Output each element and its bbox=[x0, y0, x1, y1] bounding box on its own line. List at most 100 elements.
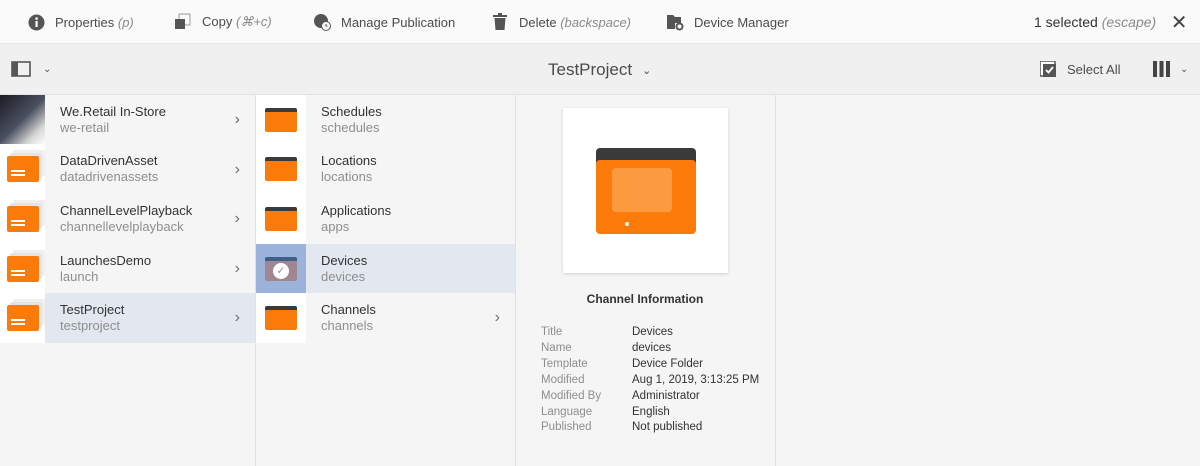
item-name: datadrivenassets bbox=[60, 169, 159, 185]
properties-label: Properties bbox=[55, 14, 115, 30]
chevron-down-icon: ⌄ bbox=[43, 63, 52, 75]
metadata-row: Title Devices bbox=[541, 325, 759, 341]
metadata-row: Modified Aug 1, 2019, 3:13:25 PM bbox=[541, 373, 759, 389]
item-name: testproject bbox=[60, 318, 120, 334]
item-title: ChannelLevelPlayback bbox=[60, 202, 193, 218]
preview-heading: Channel Information bbox=[586, 292, 704, 306]
column-view-icon bbox=[1153, 61, 1170, 77]
metadata-key: Title bbox=[541, 326, 563, 338]
device-manager-button[interactable]: Device Manager bbox=[666, 0, 789, 44]
item-name: launch bbox=[60, 268, 99, 284]
item-text: Channels channels bbox=[306, 302, 515, 334]
thumbnail bbox=[0, 144, 45, 195]
item-title: LaunchesDemo bbox=[60, 252, 152, 268]
item-text: TestProject testproject bbox=[45, 302, 255, 334]
thumbnail bbox=[256, 95, 306, 145]
item-title: Channels bbox=[321, 302, 376, 318]
trash-icon bbox=[491, 13, 509, 31]
metadata-key: Name bbox=[541, 341, 572, 354]
thumbnail bbox=[256, 144, 306, 195]
metadata-value: Device Folder bbox=[632, 357, 703, 370]
item-name: channellevelplayback bbox=[60, 218, 184, 234]
item-name: schedules bbox=[321, 119, 380, 135]
thumbnail bbox=[256, 293, 306, 343]
manage-publication-button[interactable]: Manage Publication bbox=[313, 0, 455, 44]
metadata-value: English bbox=[632, 405, 670, 418]
item-name: we-retail bbox=[60, 119, 110, 135]
item-title: Schedules bbox=[321, 103, 382, 119]
chevron-right-icon[interactable]: › bbox=[235, 210, 240, 228]
list-item[interactable]: We.Retail In-Store we-retail › bbox=[0, 95, 255, 145]
item-name: locations bbox=[321, 169, 373, 185]
list-item[interactable]: TestProject testproject › bbox=[0, 293, 255, 343]
item-text: LaunchesDemo launch bbox=[45, 253, 255, 285]
title-bar: ⌄ TestProject ⌄ Select All ⌄ bbox=[0, 44, 1200, 95]
item-name: devices bbox=[321, 268, 366, 284]
item-text: Schedules schedules bbox=[306, 104, 515, 136]
thumbnail bbox=[0, 95, 45, 145]
globe-clock-icon bbox=[313, 13, 331, 31]
selection-shortcut: (escape) bbox=[1101, 14, 1157, 30]
metadata-value: Administrator bbox=[632, 389, 700, 402]
item-name: channels bbox=[321, 318, 374, 334]
select-all-button[interactable]: Select All bbox=[1040, 61, 1120, 78]
thumbnail: ✓ bbox=[256, 243, 306, 294]
chevron-right-icon[interactable]: › bbox=[235, 161, 240, 179]
column-project: Schedules schedules Locations locations Ap… bbox=[256, 95, 516, 466]
folder-icon bbox=[265, 206, 297, 231]
list-item[interactable]: Applications apps bbox=[256, 194, 515, 244]
view-switcher[interactable]: ⌄ bbox=[1153, 61, 1188, 77]
metadata-list: Title Devices Name devices Template Device Fo… bbox=[541, 325, 759, 436]
column-sites: We.Retail In-Store we-retail › DataDriven… bbox=[0, 95, 256, 466]
item-title: TestProject bbox=[60, 302, 125, 318]
metadata-value: devices bbox=[632, 341, 671, 354]
properties-button[interactable]: Properties (p) bbox=[27, 0, 134, 44]
chevron-right-icon[interactable]: › bbox=[235, 309, 240, 327]
metadata-key: Modified bbox=[541, 373, 585, 386]
metadata-row: Published Not published bbox=[541, 420, 759, 436]
selection-status[interactable]: 1 selected (escape) ✕ bbox=[1034, 0, 1188, 44]
metadata-key: Published bbox=[541, 421, 592, 434]
item-text: ChannelLevelPlayback channellevelplayback bbox=[45, 203, 255, 235]
chevron-right-icon[interactable]: › bbox=[235, 260, 240, 278]
folder-icon bbox=[595, 147, 696, 234]
delete-button[interactable]: Delete (backspace) bbox=[491, 0, 631, 44]
thumbnail bbox=[0, 293, 45, 343]
item-text: Devices devices bbox=[306, 253, 515, 285]
list-item[interactable]: LaunchesDemo launch › bbox=[0, 243, 255, 294]
list-item[interactable]: DataDrivenAsset datadrivenassets › bbox=[0, 144, 255, 195]
metadata-value: Aug 1, 2019, 3:13:25 PM bbox=[632, 373, 760, 386]
copy-icon bbox=[174, 13, 192, 31]
sidebar-icon bbox=[11, 61, 31, 77]
item-name: apps bbox=[321, 218, 350, 234]
device-manager-label: Device Manager bbox=[694, 14, 789, 30]
rail-toggle[interactable]: ⌄ bbox=[11, 61, 51, 77]
folder-gear-icon bbox=[666, 13, 684, 31]
thumbnail bbox=[256, 194, 306, 244]
action-bar: Properties (p) Copy (⌘+c) Manage Publica… bbox=[0, 0, 1200, 44]
folder-icon bbox=[265, 157, 297, 182]
chevron-right-icon[interactable]: › bbox=[235, 111, 240, 129]
selection-count: 1 selected bbox=[1034, 14, 1098, 30]
list-item[interactable]: ChannelLevelPlayback channellevelplayback… bbox=[0, 194, 255, 244]
copy-label: Copy bbox=[202, 14, 233, 29]
item-text: We.Retail In-Store we-retail bbox=[45, 104, 255, 136]
item-text: DataDrivenAsset datadrivenassets bbox=[45, 153, 255, 185]
metadata-row: Template Device Folder bbox=[541, 357, 759, 373]
site-image bbox=[0, 95, 45, 145]
preview-thumbnail bbox=[563, 108, 728, 273]
project-icon bbox=[6, 205, 39, 232]
list-item[interactable]: Locations locations bbox=[256, 144, 515, 195]
list-item[interactable]: ✓ Devices devices bbox=[256, 243, 515, 294]
copy-button[interactable]: Copy (⌘+c) bbox=[174, 0, 272, 44]
item-title: Applications bbox=[321, 202, 392, 218]
chevron-down-icon: ⌄ bbox=[642, 64, 652, 77]
properties-shortcut: (p) bbox=[117, 14, 134, 30]
close-icon[interactable]: ✕ bbox=[1170, 12, 1188, 34]
page-title[interactable]: TestProject ⌄ bbox=[548, 60, 651, 80]
chevron-right-icon[interactable]: › bbox=[495, 309, 500, 327]
list-item[interactable]: Schedules schedules bbox=[256, 95, 515, 145]
metadata-value: Not published bbox=[632, 421, 703, 434]
list-item[interactable]: Channels channels › bbox=[256, 293, 515, 343]
item-text: Locations locations bbox=[306, 153, 515, 185]
